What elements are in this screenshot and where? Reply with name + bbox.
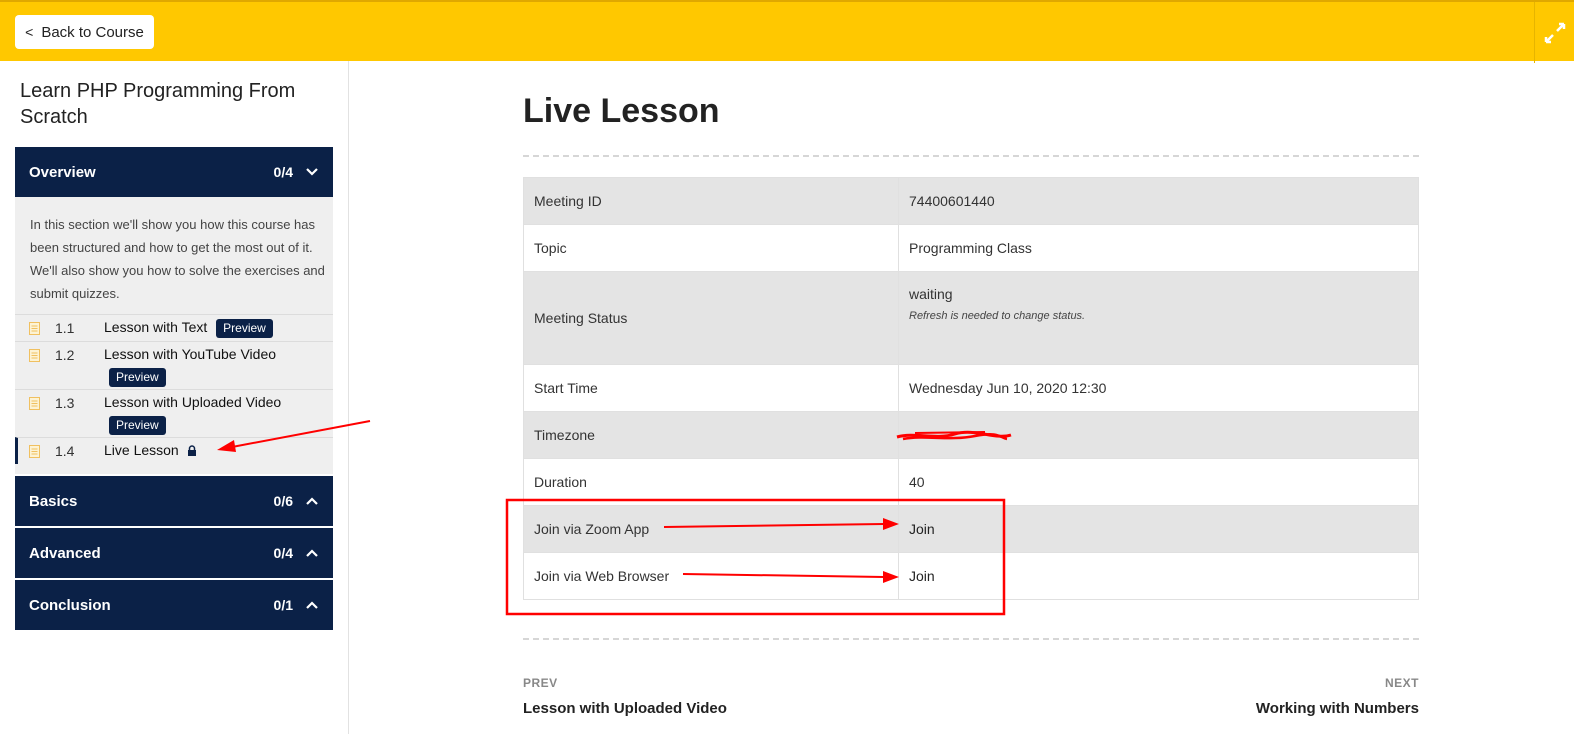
lesson-number: 1.1: [55, 320, 75, 336]
table-row: Meeting ID 74400601440: [523, 177, 1419, 225]
row-key: Timezone: [523, 411, 899, 459]
section-conclusion[interactable]: Conclusion 0/1: [15, 580, 333, 630]
section-overview[interactable]: Overview 0/4: [15, 147, 333, 197]
top-bar: < Back to Course: [0, 0, 1574, 63]
section-name: Conclusion: [29, 596, 111, 614]
table-row: Join via Zoom App Join: [523, 505, 1419, 553]
status-note: Refresh is needed to change status.: [909, 310, 1086, 322]
table-row: Duration 40: [523, 458, 1419, 506]
meeting-info-table: Meeting ID 74400601440 Topic Programming…: [523, 177, 1419, 600]
expand-arrows-icon: [1544, 22, 1565, 43]
row-key: Topic: [523, 224, 899, 272]
next-label: NEXT: [1384, 676, 1419, 690]
redaction-scribble: [896, 430, 1012, 440]
row-value: 74400601440: [898, 177, 1419, 225]
section-count: 0/4: [273, 545, 293, 561]
lesson-number: 1.3: [55, 395, 75, 411]
join-zoom-app-link[interactable]: Join: [909, 521, 935, 537]
chevron-up-icon: [306, 601, 318, 609]
next-lesson-link[interactable]: Working with Numbers: [1256, 700, 1419, 717]
document-icon: [29, 397, 40, 410]
back-to-course-button[interactable]: < Back to Course: [15, 15, 154, 49]
lesson-title: Lesson with Uploaded Video: [104, 394, 282, 410]
row-value: Join: [898, 505, 1419, 553]
chevron-up-icon: [306, 497, 318, 505]
table-row: Join via Web Browser Join: [523, 552, 1419, 600]
preview-badge[interactable]: Preview: [216, 319, 273, 338]
document-icon: [29, 349, 40, 362]
lesson-title-text: Live Lesson: [104, 442, 179, 458]
row-key: Duration: [523, 458, 899, 506]
lesson-item[interactable]: 1.2 Lesson with YouTube Video Preview: [15, 341, 333, 389]
section-advanced[interactable]: Advanced 0/4: [15, 528, 333, 578]
row-value: 40: [898, 458, 1419, 506]
prev-label: PREV: [523, 676, 558, 690]
section-name: Basics: [29, 492, 78, 510]
row-value: Programming Class: [898, 224, 1419, 272]
lesson-item[interactable]: 1.1 Lesson with Text Preview: [15, 314, 333, 341]
course-title: Learn PHP Programming From Scratch: [20, 80, 296, 128]
meeting-status-value: waiting: [909, 286, 953, 302]
row-key: Join via Zoom App: [523, 505, 899, 553]
row-value-redacted: [896, 411, 1419, 459]
row-key: Start Time: [523, 364, 899, 412]
page-title: Live Lesson: [523, 92, 720, 130]
section-overview-body: In this section we'll show you how this …: [15, 197, 333, 474]
section-count: 0/6: [273, 493, 293, 509]
lock-icon: [187, 445, 196, 456]
divider: [523, 155, 1419, 157]
document-icon: [29, 445, 40, 458]
back-chevron-icon: <: [25, 24, 34, 40]
row-key: Meeting Status: [523, 271, 899, 365]
row-value: Wednesday Jun 10, 2020 12:30: [898, 364, 1419, 412]
lesson-content: Live Lesson Meeting ID 74400601440 Topic…: [349, 61, 1574, 734]
expand-button[interactable]: [1534, 2, 1574, 63]
divider: [523, 638, 1419, 640]
lesson-title: Lesson with YouTube Video: [104, 346, 277, 362]
row-value: Join: [898, 552, 1419, 600]
course-sidebar: Learn PHP Programming From Scratch Overv…: [0, 61, 349, 734]
chevron-up-icon: [306, 549, 318, 557]
table-row: Topic Programming Class: [523, 224, 1419, 272]
join-web-browser-link[interactable]: Join: [909, 568, 935, 584]
section-description: In this section we'll show you how this …: [30, 217, 325, 301]
lesson-number: 1.4: [55, 443, 75, 459]
row-key: Meeting ID: [523, 177, 899, 225]
lesson-title: Lesson with Text Preview: [104, 319, 273, 338]
section-name: Overview: [29, 163, 96, 181]
preview-badge[interactable]: Preview: [109, 368, 166, 387]
table-row: Start Time Wednesday Jun 10, 2020 12:30: [523, 364, 1419, 412]
row-key: Join via Web Browser: [523, 552, 899, 600]
section-count: 0/4: [273, 164, 293, 180]
document-icon: [29, 322, 40, 335]
lesson-title: Live Lesson: [104, 442, 197, 458]
section-name: Advanced: [29, 544, 101, 562]
section-count: 0/1: [273, 597, 293, 613]
lesson-title-text: Lesson with Text: [104, 319, 208, 335]
table-row: Meeting Status waiting Refresh is needed…: [523, 271, 1419, 365]
table-row: Timezone: [523, 411, 1419, 459]
row-value: waiting Refresh is needed to change stat…: [898, 271, 1419, 365]
chevron-down-icon: [306, 168, 318, 176]
prev-lesson-link[interactable]: Lesson with Uploaded Video: [523, 700, 727, 717]
lesson-item-active[interactable]: 1.4 Live Lesson: [15, 437, 333, 464]
section-basics[interactable]: Basics 0/6: [15, 476, 333, 526]
back-to-course-label: Back to Course: [41, 23, 144, 41]
preview-badge[interactable]: Preview: [109, 416, 166, 435]
lesson-number: 1.2: [55, 347, 75, 363]
lesson-item[interactable]: 1.3 Lesson with Uploaded Video Preview: [15, 389, 333, 437]
